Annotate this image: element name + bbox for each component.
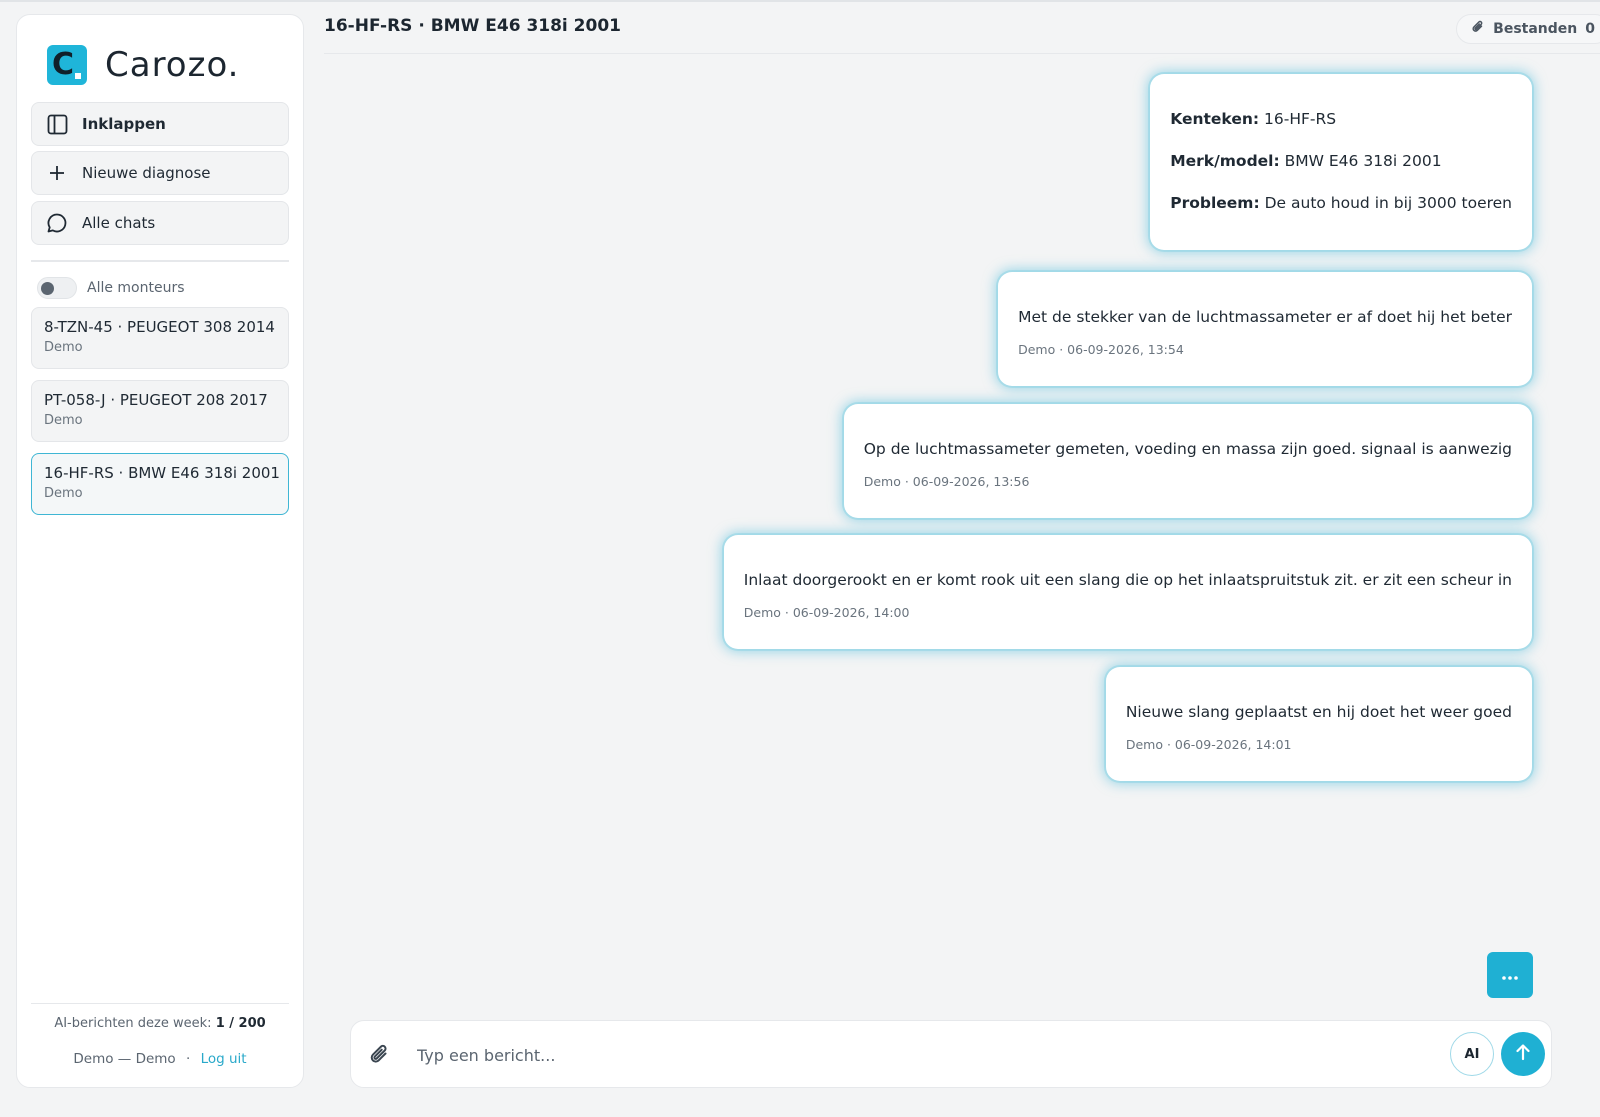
summary-key: Probleem: <box>1170 194 1260 212</box>
vehicle-summary-card: Kenteken: 16-HF-RS Merk/model: BMW E46 3… <box>1150 74 1532 250</box>
message-text: Op de luchtmassameter gemeten, voeding e… <box>863 440 1512 458</box>
page-title: 16-HF-RS · BMW E46 318i 2001 <box>324 16 621 36</box>
ai-usage-label: AI-berichten deze week: <box>54 1016 212 1031</box>
logout-link[interactable]: Log uit <box>201 1051 247 1067</box>
chat-subtitle: Demo <box>44 486 83 501</box>
chat-list-item-active[interactable]: 16-HF-RS · BMW E46 318i 2001 Demo <box>31 453 289 515</box>
files-button[interactable]: Bestanden 0 <box>1456 14 1600 44</box>
summary-value: De auto houd in bij 3000 toeren <box>1264 194 1512 212</box>
brand[interactable]: C Carozo. <box>47 43 239 87</box>
files-label: Bestanden <box>1493 21 1578 37</box>
chat-title: 16-HF-RS · BMW E46 318i 2001 <box>44 464 280 482</box>
chat-title: PT-058-J · PEUGEOT 208 2017 <box>44 391 268 409</box>
message-text: Inlaat doorgerookt en er komt rook uit e… <box>743 571 1512 589</box>
summary-value: BMW E46 318i 2001 <box>1284 152 1442 170</box>
message-meta: Demo · 06-09-2026, 13:56 <box>863 474 1030 489</box>
chat-bubble-icon <box>46 212 68 234</box>
brand-logo-icon: C <box>47 45 87 85</box>
chat-message: Met de stekker van de luchtmassameter er… <box>998 272 1532 386</box>
ellipsis-icon <box>1501 966 1519 985</box>
sidebar-panel-icon <box>46 113 68 135</box>
user-name: Demo — Demo <box>73 1051 176 1067</box>
paperclip-icon[interactable] <box>369 1043 391 1071</box>
chat-message: Op de luchtmassameter gemeten, voeding e… <box>843 404 1532 518</box>
chat-list-item[interactable]: 8-TZN-45 · PEUGEOT 308 2014 Demo <box>31 307 289 369</box>
paperclip-icon <box>1471 19 1485 39</box>
summary-row: Kenteken: 16-HF-RS <box>1170 110 1512 128</box>
separator: · <box>186 1051 191 1067</box>
message-meta: Demo · 06-09-2026, 14:01 <box>1125 737 1292 752</box>
summary-key: Kenteken: <box>1170 110 1260 128</box>
summary-value: 16-HF-RS <box>1264 110 1337 128</box>
arrow-up-icon <box>1515 1043 1531 1065</box>
summary-key: Merk/model: <box>1170 152 1280 170</box>
message-text: Nieuwe slang geplaatst en hij doet het w… <box>1125 703 1512 721</box>
all-mechanics-label: Alle monteurs <box>87 280 185 296</box>
new-diagnosis-button[interactable]: Nieuwe diagnose <box>31 151 289 195</box>
chat-header: 16-HF-RS · BMW E46 318i 2001 Bestanden 0 <box>324 2 1600 54</box>
chat-list-item[interactable]: PT-058-J · PEUGEOT 208 2017 Demo <box>31 380 289 442</box>
plus-icon <box>46 162 68 184</box>
chat-subtitle: Demo <box>44 413 83 428</box>
collapse-sidebar-button[interactable]: Inklappen <box>31 102 289 146</box>
all-mechanics-toggle[interactable] <box>37 277 77 299</box>
all-chats-label: Alle chats <box>82 214 156 232</box>
message-text: Met de stekker van de luchtmassameter er… <box>1018 308 1512 326</box>
user-line: Demo — Demo · Log uit <box>31 1051 289 1067</box>
ai-usage-value: 1 / 200 <box>215 1016 266 1031</box>
chat-message: Inlaat doorgerookt en er komt rook uit e… <box>723 535 1532 649</box>
brand-logo-letter: C <box>52 47 75 82</box>
message-composer: AI <box>350 1020 1552 1088</box>
brand-name: Carozo. <box>105 45 240 85</box>
send-button[interactable] <box>1501 1032 1545 1076</box>
new-diagnosis-label: Nieuwe diagnose <box>82 164 211 182</box>
chat-message: Nieuwe slang geplaatst en hij doet het w… <box>1105 667 1532 781</box>
ai-button[interactable]: AI <box>1450 1032 1494 1076</box>
sidebar-footer: AI-berichten deze week: 1 / 200 Demo — D… <box>31 1003 289 1067</box>
sidebar: C Carozo. Inklappen Nieuwe diagnose Alle… <box>16 14 304 1088</box>
files-count: 0 <box>1585 21 1595 37</box>
summary-row: Probleem: De auto houd in bij 3000 toere… <box>1170 194 1512 212</box>
summary-row: Merk/model: BMW E46 318i 2001 <box>1170 152 1512 170</box>
more-options-button[interactable] <box>1487 952 1533 998</box>
ai-usage: AI-berichten deze week: 1 / 200 <box>31 1016 289 1031</box>
collapse-sidebar-label: Inklappen <box>82 115 166 133</box>
sidebar-divider <box>31 260 289 262</box>
chat-title: 8-TZN-45 · PEUGEOT 308 2014 <box>44 318 275 336</box>
all-chats-button[interactable]: Alle chats <box>31 201 289 245</box>
message-input[interactable] <box>417 1039 1417 1071</box>
chat-subtitle: Demo <box>44 340 83 355</box>
message-meta: Demo · 06-09-2026, 13:54 <box>1018 342 1184 357</box>
message-meta: Demo · 06-09-2026, 14:00 <box>743 605 910 620</box>
all-mechanics-toggle-row: Alle monteurs <box>37 277 185 299</box>
